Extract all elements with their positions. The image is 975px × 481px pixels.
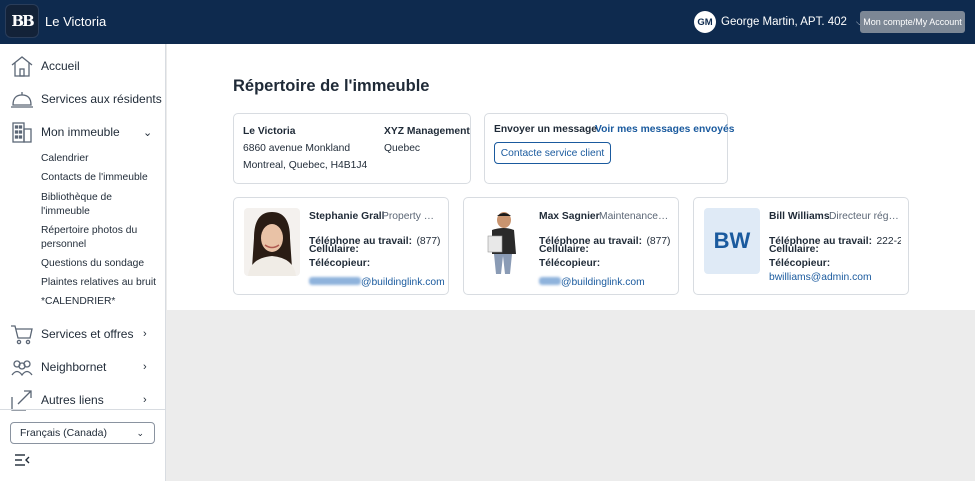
chevron-down-icon: ⌄ <box>136 427 144 438</box>
contact-fax-label: Télécopieur: <box>309 258 371 269</box>
sidebar-item-label: Accueil <box>41 59 80 73</box>
sidebar-footer: Français (Canada) ⌄ <box>0 409 166 481</box>
management-company: XYZ Management <box>384 126 470 137</box>
sidebar-item-label: Mon immeuble <box>41 125 120 139</box>
chevron-right-icon: › <box>143 328 147 340</box>
contact-name: Bill Williams <box>769 211 830 222</box>
email-domain[interactable]: @buildinglink.com <box>361 277 445 288</box>
main-content: Répertoire de l'immeuble Le Victoria 686… <box>167 44 975 310</box>
sidebar-item-label: Autres liens <box>41 393 104 407</box>
message-card-title: Envoyer un message <box>494 124 598 135</box>
contact-initials-avatar: BW <box>704 208 760 274</box>
work-phone-value[interactable]: (877) ... <box>416 236 441 247</box>
sidebar-subitem-plaintes-bruit[interactable]: Plaintes relatives au bruit <box>41 276 161 290</box>
building-logo[interactable]: BB <box>5 4 39 38</box>
user-menu[interactable]: GM George Martin, APT. 402 ⌵ <box>694 11 863 33</box>
redacted-text <box>539 276 561 285</box>
contact-email[interactable]: @buildinglink.com <box>539 272 645 290</box>
management-region: Quebec <box>384 143 421 154</box>
contact-email[interactable]: @buildinglink.com <box>309 272 445 290</box>
staff-photo <box>244 208 300 276</box>
contact-name: Max Sagnier <box>539 211 600 222</box>
work-phone-value[interactable]: 222-2... <box>876 236 901 247</box>
sidebar-subitem-repertoire-photos[interactable]: Répertoire photos du personnel <box>41 224 141 251</box>
address-street: 6860 avenue Monkland <box>243 143 351 154</box>
sidebar-subitem-questions-sondage[interactable]: Questions du sondage <box>41 257 161 271</box>
message-card: Envoyer un message Voir mes messages env… <box>484 113 734 184</box>
home-icon <box>11 56 33 77</box>
sidebar-item-mon-immeuble[interactable]: Mon immeuble ⌄ <box>0 117 166 147</box>
contact-role: Property Manager <box>382 211 440 222</box>
concierge-bell-icon <box>11 92 33 108</box>
staff-photo <box>474 208 530 276</box>
chevron-right-icon: › <box>143 361 147 373</box>
building-name: Le Victoria <box>45 14 107 29</box>
avatar: GM <box>694 11 716 33</box>
language-select[interactable]: Français (Canada) ⌄ <box>10 422 155 444</box>
chevron-down-icon: ⌄ <box>143 126 153 139</box>
sidebar-item-neighbornet[interactable]: Neighbornet › <box>0 352 166 382</box>
contact-card: Stephanie Grall Property Manager Télépho… <box>233 197 449 295</box>
address-city: Montreal, Quebec, H4B1J4 <box>243 160 368 171</box>
sidebar-subitem-calendrier[interactable]: Calendrier <box>41 152 161 166</box>
logo-text: BB <box>11 12 34 30</box>
email-domain[interactable]: @buildinglink.com <box>561 277 645 288</box>
address-building-name: Le Victoria <box>243 126 296 137</box>
contact-role: Maintenance Manager <box>599 211 669 222</box>
building-icon <box>12 122 32 143</box>
sidebar-item-services-residents[interactable]: Services aux résidents <box>0 84 166 114</box>
sidebar-subitem-contacts[interactable]: Contacts de l'immeuble <box>41 171 161 185</box>
building-address-card: Le Victoria 6860 avenue Monkland Montrea… <box>233 113 471 184</box>
my-account-button[interactable]: Mon compte/My Account <box>860 11 965 33</box>
user-name: George Martin, APT. 402 <box>721 16 847 28</box>
people-icon <box>11 360 33 377</box>
contact-role: Directeur régional <box>829 211 901 222</box>
contact-card: BW Bill Williams Directeur régional Télé… <box>693 197 909 295</box>
sidebar-subitem-bibliotheque[interactable]: Bibliothèque de l'immeuble <box>41 191 141 218</box>
sidebar-item-accueil[interactable]: Accueil <box>0 51 166 81</box>
sidebar-subitem-calendrier-2[interactable]: *CALENDRIER* <box>41 295 161 309</box>
contact-cell-label: Cellulaire: <box>539 244 589 255</box>
cart-icon <box>11 325 33 345</box>
sidebar-item-label: Neighbornet <box>41 360 107 374</box>
view-sent-messages-link[interactable]: Voir mes messages envoyés <box>595 124 734 135</box>
redacted-text <box>309 276 361 285</box>
chevron-right-icon: › <box>143 394 147 406</box>
contact-customer-service-button[interactable]: Contacte service client <box>494 142 611 164</box>
language-value: Français (Canada) <box>20 427 107 439</box>
sidebar: Accueil Services aux résidents Mon immeu… <box>0 44 166 481</box>
top-bar: BB Le Victoria GM George Martin, APT. 40… <box>0 0 975 44</box>
collapse-sidebar-icon[interactable] <box>14 453 30 467</box>
contact-email[interactable]: bwilliams@admin.com <box>769 272 872 283</box>
contact-cell-label: Cellulaire: <box>309 244 359 255</box>
external-link-icon <box>11 390 32 411</box>
contact-card: Max Sagnier Maintenance Manager Téléphon… <box>463 197 679 295</box>
work-phone-value[interactable]: (877) ... <box>646 236 671 247</box>
sidebar-item-services-offres[interactable]: Services et offres › <box>0 319 166 349</box>
page-title: Répertoire de l'immeuble <box>233 77 430 95</box>
contact-cell-label: Cellulaire: <box>769 244 819 255</box>
sidebar-item-label: Services et offres <box>41 327 134 341</box>
contact-fax-label: Télécopieur: <box>769 258 831 269</box>
sidebar-item-label: Services aux résidents <box>41 92 162 106</box>
contact-fax-label: Télécopieur: <box>539 258 601 269</box>
contact-name: Stephanie Grall <box>309 211 385 222</box>
